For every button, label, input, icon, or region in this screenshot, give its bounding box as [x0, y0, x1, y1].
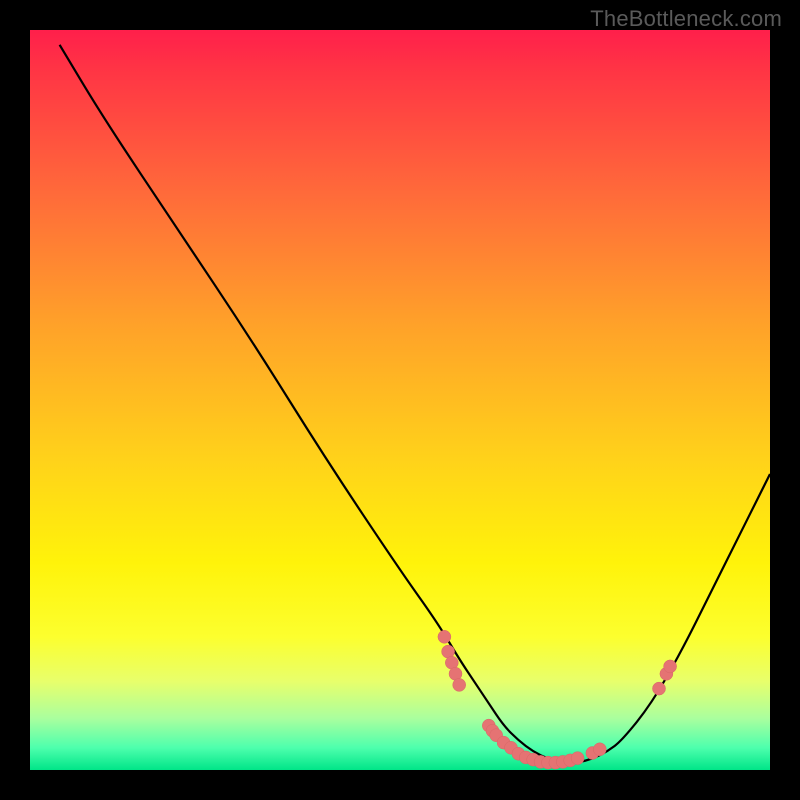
chart-svg: [30, 30, 770, 770]
watermark-text: TheBottleneck.com: [590, 6, 782, 32]
chart-plot-area: [30, 30, 770, 770]
data-marker: [438, 630, 451, 643]
data-marker: [653, 682, 666, 695]
data-marker: [571, 752, 584, 765]
data-marker: [593, 743, 606, 756]
data-marker: [664, 660, 677, 673]
bottleneck-curve: [60, 45, 770, 763]
data-markers: [438, 630, 677, 769]
data-marker: [453, 678, 466, 691]
